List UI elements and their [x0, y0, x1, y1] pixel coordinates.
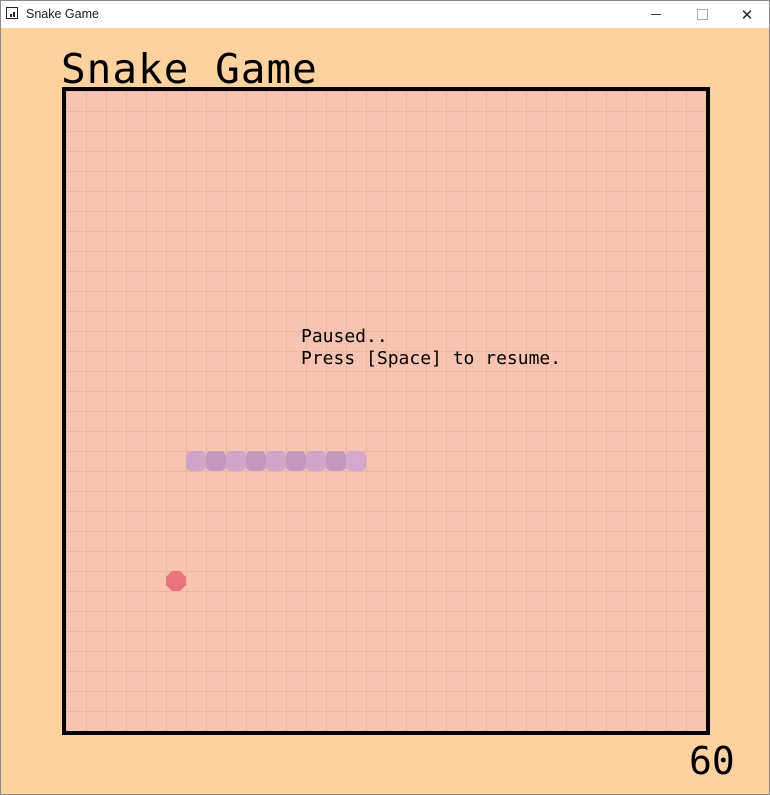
app-icon [6, 7, 18, 19]
snake-segment [286, 451, 306, 471]
resume-hint: Press [Space] to resume. [301, 348, 562, 369]
game-board[interactable] [62, 87, 710, 735]
snake-segment [186, 451, 206, 471]
snake-segment [226, 451, 246, 471]
snake-segment [326, 451, 346, 471]
pause-status: Paused.. [301, 326, 388, 347]
close-button[interactable]: ✕ [724, 1, 770, 28]
snake-segment [306, 451, 326, 471]
food-item [166, 571, 186, 591]
snake-segment [246, 451, 266, 471]
minimize-button[interactable] [633, 1, 679, 28]
game-window: Snake Game ✕ Snake Game Paused.. Press [… [0, 0, 770, 795]
title-bar[interactable]: Snake Game ✕ [1, 1, 769, 28]
snake-segment [346, 451, 366, 471]
score-counter: 60 [689, 739, 735, 783]
snake-segment [266, 451, 286, 471]
pause-message: Paused.. Press [Space] to resume. [301, 326, 561, 370]
window-title: Snake Game [26, 7, 99, 21]
close-icon: ✕ [740, 5, 754, 24]
maximize-button[interactable] [679, 1, 725, 28]
game-heading: Snake Game [61, 45, 318, 93]
snake-segment [206, 451, 226, 471]
maximize-icon [696, 9, 708, 20]
minimize-icon [651, 14, 661, 15]
